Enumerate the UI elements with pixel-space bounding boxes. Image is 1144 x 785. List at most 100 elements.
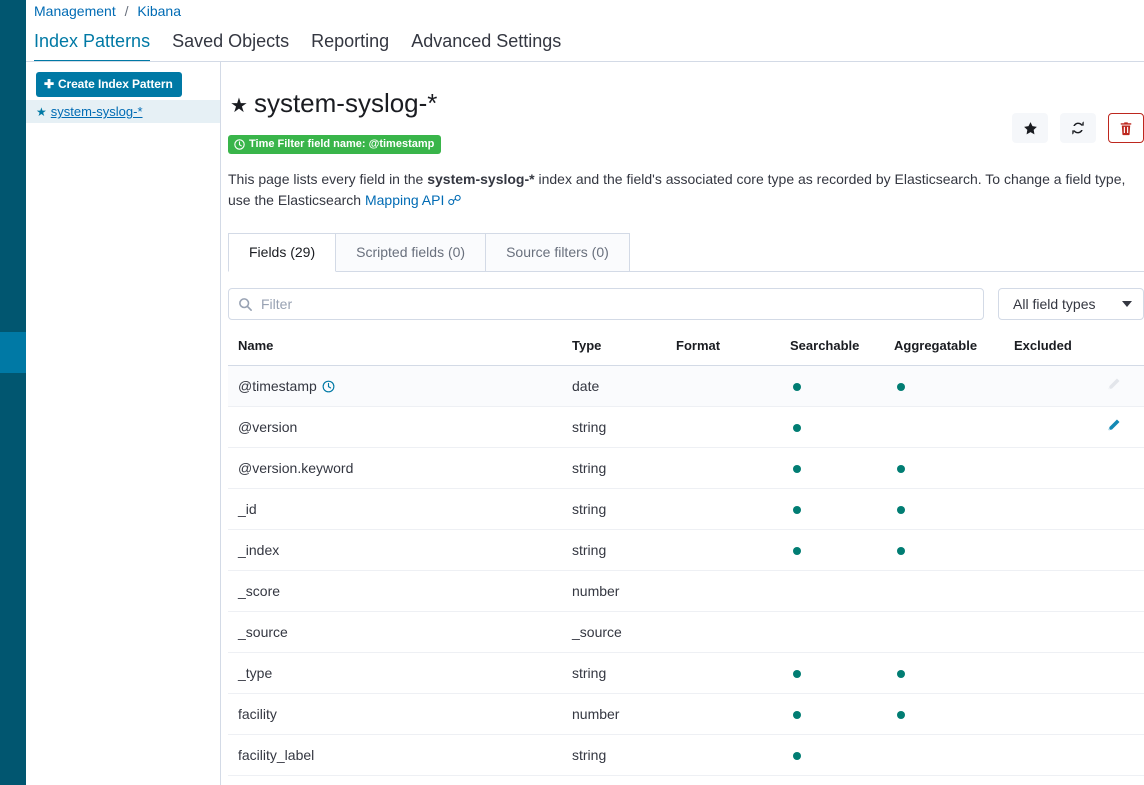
table-row: @version string [228, 406, 1144, 448]
cell-field-format [676, 652, 790, 694]
cell-aggregatable [894, 447, 1014, 489]
field-tabs: Fields (29) Scripted fields (0) Source f… [228, 232, 1144, 272]
cell-actions [1106, 529, 1144, 571]
global-nav-rail [0, 0, 26, 785]
cell-excluded [1014, 406, 1106, 448]
search-box[interactable] [228, 287, 984, 320]
page-title: ★ system-syslog-* [230, 88, 438, 118]
cell-actions [1106, 570, 1144, 612]
column-header-format[interactable]: Format [676, 337, 790, 366]
fields-table: Name Type Format Searchable Aggregatable… [228, 337, 1144, 776]
refresh-fields-button[interactable] [1060, 113, 1096, 143]
field-name-label: _index [238, 541, 280, 558]
clock-icon [234, 138, 245, 150]
refresh-icon [1072, 121, 1084, 135]
cell-field-format [676, 734, 790, 776]
cell-aggregatable [894, 406, 1014, 448]
index-pattern-list: ★ system-syslog-* [26, 100, 220, 123]
cell-field-name: facility_label [228, 734, 572, 776]
cell-searchable [790, 652, 894, 694]
cell-field-type: number [572, 693, 676, 735]
set-default-index-button[interactable] [1012, 113, 1048, 143]
table-row: _type string [228, 652, 1144, 694]
cell-field-format [676, 365, 790, 407]
field-name-label: facility [238, 705, 277, 722]
external-link-icon: ☍ [447, 191, 462, 208]
cell-field-name: _source [228, 611, 572, 653]
cell-aggregatable [894, 734, 1014, 776]
cell-field-type: string [572, 652, 676, 694]
cell-searchable [790, 447, 894, 489]
cell-excluded [1014, 529, 1106, 571]
plus-icon: ✚ [44, 77, 54, 91]
breadcrumb-management[interactable]: Management [34, 3, 116, 19]
mapping-api-link[interactable]: Mapping API [365, 192, 444, 208]
tab-saved-objects[interactable]: Saved Objects [172, 30, 289, 62]
main-content: ★ system-syslog-* Time Filter field name… [228, 62, 1144, 785]
column-header-excluded[interactable]: Excluded [1014, 337, 1106, 366]
column-header-type[interactable]: Type [572, 337, 676, 366]
cell-field-name: _type [228, 652, 572, 694]
cell-searchable [790, 365, 894, 407]
table-row: _index string [228, 529, 1144, 571]
rail-active-indicator[interactable] [0, 332, 26, 373]
delete-index-pattern-button[interactable] [1108, 113, 1144, 143]
cell-excluded [1014, 365, 1106, 407]
cell-aggregatable [894, 652, 1014, 694]
cell-excluded [1014, 447, 1106, 489]
cell-searchable [790, 488, 894, 530]
cell-actions [1106, 652, 1144, 694]
column-header-actions [1106, 337, 1144, 366]
description-index-name: system-syslog-* [427, 170, 535, 187]
cell-field-format [676, 488, 790, 530]
aggregatable-dot [897, 464, 905, 473]
page-header: ★ system-syslog-* [228, 87, 1144, 143]
table-row: facility number [228, 693, 1144, 735]
field-name-label: _source [238, 623, 288, 640]
aggregatable-dot [897, 382, 905, 391]
cell-excluded [1014, 734, 1106, 776]
sidebar-item-system-syslog[interactable]: ★ system-syslog-* [26, 100, 220, 123]
create-index-pattern-button[interactable]: ✚ Create Index Pattern [36, 72, 182, 97]
column-header-aggregatable[interactable]: Aggregatable [894, 337, 1014, 366]
search-icon [238, 297, 253, 317]
cell-actions [1106, 734, 1144, 776]
breadcrumb-kibana[interactable]: Kibana [137, 3, 181, 19]
cell-excluded [1014, 652, 1106, 694]
cell-actions [1106, 611, 1144, 653]
field-type-select[interactable]: All field types [998, 287, 1144, 320]
tab-source-filters[interactable]: Source filters (0) [486, 232, 630, 272]
search-input[interactable] [259, 288, 977, 319]
field-type-select-label: All field types [1013, 295, 1096, 312]
column-header-name[interactable]: Name [228, 337, 572, 366]
time-filter-badge-label: Time Filter field name: @timestamp [249, 138, 435, 150]
tab-scripted-fields[interactable]: Scripted fields (0) [336, 232, 487, 272]
searchable-dot [793, 505, 801, 514]
field-name-label: @version [238, 418, 298, 435]
tab-advanced-settings[interactable]: Advanced Settings [411, 30, 561, 62]
aggregatable-dot [897, 546, 905, 555]
aggregatable-dot [897, 710, 905, 719]
cell-aggregatable [894, 693, 1014, 735]
pencil-icon[interactable] [1106, 418, 1121, 433]
pencil-icon[interactable] [1106, 377, 1121, 392]
sidebar-item-label: system-syslog-* [50, 104, 143, 119]
star-icon: ★ [230, 95, 248, 117]
tab-reporting[interactable]: Reporting [311, 30, 389, 62]
table-row: @version.keyword string [228, 447, 1144, 489]
column-header-searchable[interactable]: Searchable [790, 337, 894, 366]
cell-field-name: @timestamp [228, 365, 572, 407]
cell-field-type: string [572, 406, 676, 448]
cell-aggregatable [894, 365, 1014, 407]
tab-index-patterns[interactable]: Index Patterns [34, 30, 151, 62]
cell-searchable [790, 734, 894, 776]
searchable-dot [793, 546, 801, 555]
cell-actions [1106, 406, 1144, 448]
tab-fields[interactable]: Fields (29) [228, 232, 337, 272]
field-name-label: facility_label [238, 746, 315, 763]
cell-actions [1106, 365, 1144, 407]
clock-icon [322, 380, 335, 393]
cell-field-name: @version [228, 406, 572, 448]
cell-actions [1106, 488, 1144, 530]
field-name-label: _score [238, 582, 281, 599]
